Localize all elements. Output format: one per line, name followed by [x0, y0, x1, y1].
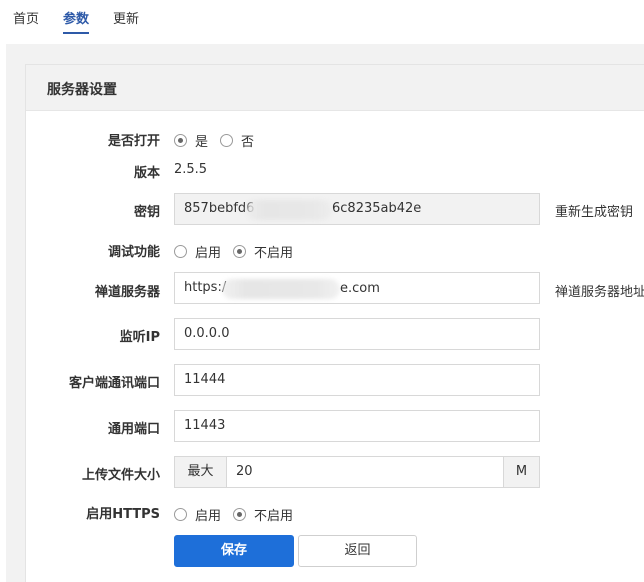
enabled-radio-group: 是 否 — [174, 131, 266, 150]
upload-size-label: 上传文件大小 — [81, 468, 160, 483]
key-value-start: 857bebfd6 — [184, 201, 255, 216]
version-value: 2.5.5 — [174, 162, 208, 177]
key-redaction — [246, 200, 332, 220]
https-radio-group: 启用 不启用 — [174, 505, 305, 524]
back-button[interactable]: 返回 — [298, 535, 417, 567]
https-off-radio[interactable] — [233, 508, 247, 521]
zentao-server-value-start: https:/ — [184, 280, 227, 295]
https-label: 启用HTTPS — [86, 507, 160, 522]
tab-params[interactable]: 参数 — [63, 10, 90, 34]
client-port-input[interactable]: 11444 — [174, 364, 540, 396]
enabled-label: 是否打开 — [107, 134, 160, 149]
debug-label: 调试功能 — [107, 245, 160, 260]
debug-on-radio[interactable] — [174, 245, 187, 258]
regenerate-key-link[interactable]: 重新生成密钥 — [555, 201, 633, 220]
debug-radio-group: 启用 不启用 — [174, 242, 305, 261]
common-port-input[interactable]: 11443 — [174, 410, 540, 442]
https-on-radio[interactable] — [174, 508, 187, 521]
common-port-label: 通用端口 — [107, 422, 160, 437]
panel-title: 服务器设置 — [47, 82, 117, 98]
enabled-no-radio[interactable] — [220, 134, 234, 147]
zentao-server-value-end: e.com — [340, 281, 380, 296]
enabled-no-text: 否 — [241, 135, 255, 150]
enabled-yes-radio[interactable] — [174, 134, 187, 147]
zentao-server-label: 禅道服务器 — [94, 285, 160, 300]
panel-header: 服务器设置 — [26, 65, 644, 111]
debug-on-text: 启用 — [195, 246, 222, 261]
key-value-end: 6c8235ab42e — [332, 201, 422, 216]
tab-home[interactable]: 首页 — [13, 10, 39, 34]
listen-ip-input[interactable]: 0.0.0.0 — [174, 318, 540, 350]
listen-ip-label: 监听IP — [119, 330, 160, 345]
debug-off-radio[interactable] — [233, 245, 247, 258]
https-off-text: 不启用 — [254, 509, 294, 524]
upload-size-unit: M — [503, 456, 540, 488]
debug-off-text: 不启用 — [254, 246, 294, 261]
version-label: 版本 — [133, 166, 160, 181]
client-port-label: 客户端通讯端口 — [68, 376, 160, 391]
https-on-text: 启用 — [195, 509, 222, 524]
save-button[interactable]: 保存 — [174, 535, 294, 567]
tab-update[interactable]: 更新 — [113, 10, 139, 34]
top-tabs: 首页 参数 更新 — [0, 0, 644, 44]
upload-size-prefix: 最大 — [174, 456, 227, 488]
zentao-server-redaction — [222, 279, 340, 299]
zentao-server-hint: 禅道服务器地址 — [555, 285, 644, 300]
key-label: 密钥 — [133, 205, 160, 220]
upload-size-input[interactable]: 20 — [226, 456, 504, 488]
enabled-yes-text: 是 — [195, 135, 209, 150]
